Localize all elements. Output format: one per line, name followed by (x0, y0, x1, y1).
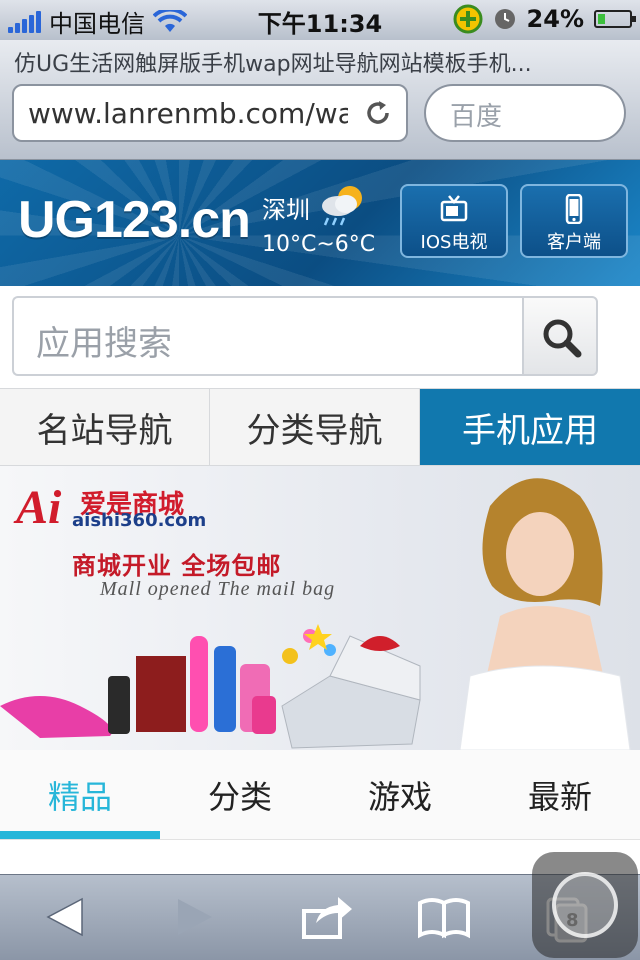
search-icon (543, 319, 582, 358)
tab-famous-sites[interactable]: 名站导航 (0, 389, 210, 465)
site-logo[interactable]: UG123.cn (18, 190, 251, 250)
browser-chrome: 仿UG生活网触屏版手机wap网址导航网站模板手机... www.lanrenmb… (0, 40, 640, 160)
status-bar: 中国电信 下午11:34 24% (0, 0, 640, 40)
weather-temperature: 10°C~6°C (262, 232, 376, 257)
tab-games[interactable]: 游戏 (320, 750, 480, 839)
assistive-touch-button[interactable] (532, 852, 638, 958)
alarm-icon (494, 9, 515, 29)
ios-tv-button[interactable]: IOS电视 (400, 184, 508, 258)
promo-banner[interactable]: Ai 爱是商城 aishi360.com 商城开业 全场包邮 Mall open… (0, 466, 640, 750)
promo-subline: Mall opened The mail bag (100, 578, 336, 600)
app-search-button[interactable] (522, 296, 598, 376)
browser-search-field[interactable]: 百度 (424, 84, 626, 142)
url-text[interactable]: www.lanrenmb.com/wap (28, 97, 348, 130)
bookmarks-icon[interactable] (416, 891, 472, 943)
back-icon[interactable] (38, 891, 94, 943)
browser-search-placeholder: 百度 (450, 102, 503, 132)
site-header: UG123.cn 深圳 10°C~6°C IOS电视 客户端 (0, 160, 640, 286)
client-app-label: 客户端 (547, 232, 601, 253)
phone-icon (565, 194, 583, 224)
weather-cloudy-rain-icon (322, 186, 362, 226)
tab-featured[interactable]: 精品 (0, 750, 160, 839)
share-icon[interactable] (298, 891, 354, 943)
battery-icon (594, 10, 636, 28)
tab-category-nav[interactable]: 分类导航 (210, 389, 420, 465)
reload-icon[interactable] (364, 99, 392, 127)
assistive-touch-ring (552, 872, 618, 938)
brand-logo-letter: Ai (16, 481, 62, 534)
tab-latest[interactable]: 最新 (480, 750, 640, 839)
tab-mobile-apps[interactable]: 手机应用 (420, 389, 640, 465)
app-search-input[interactable]: 应用搜索 (12, 296, 524, 376)
tab-categories[interactable]: 分类 (160, 750, 320, 839)
nav-tabs: 名站导航 分类导航 手机应用 (0, 388, 640, 466)
model-photo (459, 478, 631, 750)
client-app-button[interactable]: 客户端 (520, 184, 628, 258)
security-app-icon (453, 4, 483, 34)
app-search-placeholder: 应用搜索 (36, 324, 172, 364)
page-title: 仿UG生活网触屏版手机wap网址导航网站模板手机... (14, 52, 532, 77)
ios-tv-label: IOS电视 (420, 232, 488, 253)
address-bar[interactable]: www.lanrenmb.com/wap (12, 84, 408, 142)
promo-headline: 商城开业 全场包邮 (72, 552, 282, 580)
tv-icon (440, 195, 468, 222)
weather-city: 深圳 (262, 196, 310, 224)
product-illustration (0, 624, 421, 749)
category-tabs: 精品 分类 游戏 最新 (0, 750, 640, 840)
brand-domain: aishi360.com (72, 510, 207, 531)
forward-icon[interactable] (166, 891, 222, 943)
battery-percent: 24% (526, 5, 584, 33)
status-right: 24% (453, 4, 636, 34)
